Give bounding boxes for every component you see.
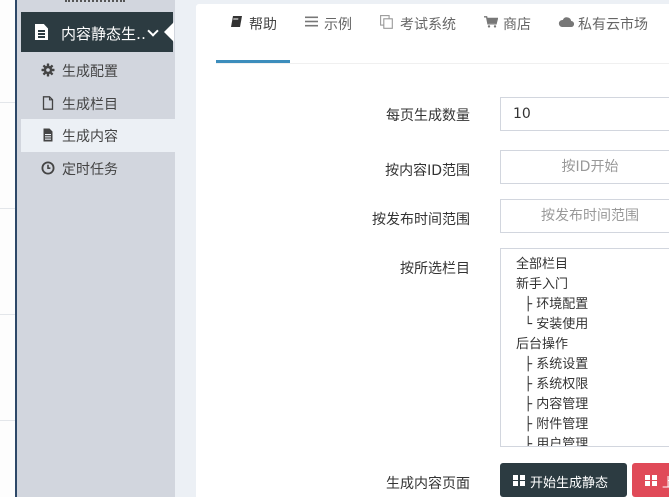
strip-divider xyxy=(0,420,15,421)
category-option[interactable]: ├ 系统权限 xyxy=(516,376,588,394)
sidebar-item-label: 生成栏目 xyxy=(62,97,118,113)
per-page-label: 每页生成数量 xyxy=(386,108,470,124)
sidebar-item-label: 生成内容 xyxy=(62,129,118,145)
outer-left-strip xyxy=(0,0,15,497)
file-outline-icon xyxy=(42,96,54,110)
tab-label: 示例 xyxy=(324,17,352,33)
clock-icon xyxy=(41,161,55,175)
tab-label: 帮助 xyxy=(249,17,277,33)
category-multiselect[interactable]: 全部栏目 新手入门 ├ 环境配置 └ 安装使用 后台操作 ├ 系统设置 ├ 系统… xyxy=(500,248,669,447)
category-option[interactable]: ├ 附件管理 xyxy=(516,416,588,434)
active-notch xyxy=(164,22,174,42)
per-page-input[interactable] xyxy=(500,97,669,131)
category-option[interactable]: 后台操作 xyxy=(516,336,568,354)
category-option[interactable]: ├ 环境配置 xyxy=(516,296,588,314)
sidebar-item-generate-category[interactable]: 生成栏目 xyxy=(21,87,175,120)
tab-baseline xyxy=(216,63,669,64)
strip-divider xyxy=(0,314,15,315)
tab-label: 商店 xyxy=(503,17,531,33)
button-label: 开始生成静态 xyxy=(530,476,609,491)
th-large-icon xyxy=(513,475,525,486)
time-range-label: 按发布时间范围 xyxy=(372,212,470,228)
strip-divider xyxy=(0,208,15,209)
sidebar-group-static-generate[interactable]: 内容静态生… xyxy=(21,12,174,52)
generate-label: 生成内容页面 xyxy=(386,476,470,492)
sidebar-item-generate-config[interactable]: 生成配置 xyxy=(21,54,175,87)
tab-label: 私有云市场 xyxy=(578,17,648,33)
id-range-label: 按内容ID范围 xyxy=(385,163,470,179)
chevron-down-icon[interactable] xyxy=(147,25,159,37)
sidebar-item-scheduled-task[interactable]: 定时任务 xyxy=(21,152,175,185)
th-large-icon xyxy=(645,475,657,486)
category-option[interactable]: ├ 系统设置 xyxy=(516,356,588,374)
copy-icon xyxy=(380,15,393,29)
category-option[interactable]: ├ 内容管理 xyxy=(516,396,588,414)
start-generate-button[interactable]: 开始生成静态 xyxy=(500,463,627,497)
category-label: 按所选栏目 xyxy=(400,261,470,277)
category-option[interactable]: 新手入门 xyxy=(516,276,568,294)
strip-divider xyxy=(0,102,15,103)
sidebar-item-generate-content[interactable]: 生成内容 xyxy=(21,119,175,152)
cart-icon xyxy=(484,16,498,28)
tab-label: 考试系统 xyxy=(400,17,456,33)
sidebar: 内容静态生… 生成配置 生成栏目 生成内容 定时任务 xyxy=(17,0,175,497)
book-icon xyxy=(231,16,242,27)
tab-active-indicator xyxy=(216,60,290,63)
sidebar-item-label: 定时任务 xyxy=(62,162,118,178)
truncated-menu-item xyxy=(65,0,125,6)
gear-icon xyxy=(41,63,55,77)
second-action-button[interactable]: 上 xyxy=(632,463,669,497)
time-range-input[interactable] xyxy=(500,199,669,233)
category-option[interactable]: └ 安装使用 xyxy=(516,316,588,334)
category-option[interactable]: 全部栏目 xyxy=(516,256,568,274)
button-label: 上 xyxy=(662,476,669,491)
sidebar-item-label: 生成配置 xyxy=(62,64,118,80)
id-start-input[interactable] xyxy=(500,150,669,184)
list-icon xyxy=(305,16,318,27)
file-text-icon xyxy=(35,24,48,40)
cloud-icon xyxy=(558,17,574,27)
file-text-icon xyxy=(43,128,53,142)
sidebar-group-label: 内容静态生… xyxy=(61,25,145,43)
category-option[interactable]: ├ 用户管理 xyxy=(516,436,588,446)
